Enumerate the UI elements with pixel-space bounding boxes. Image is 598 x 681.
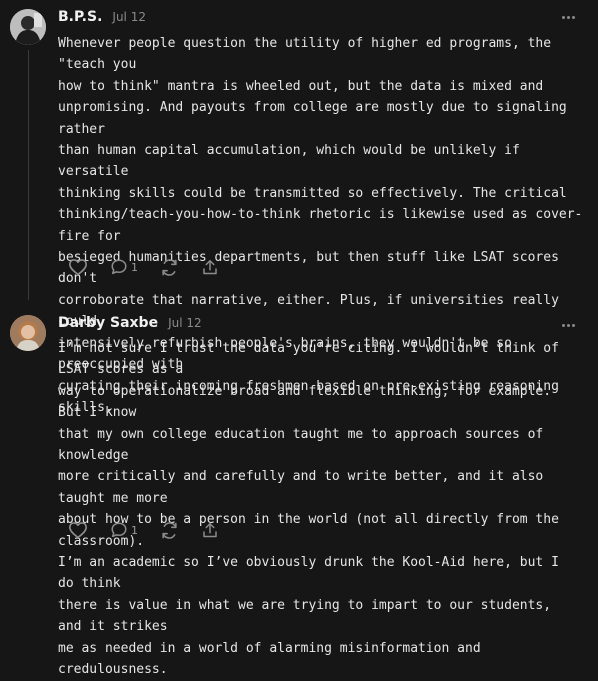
comment-line: thinking/teach-you-how-to-think rhetoric… bbox=[58, 207, 583, 244]
comment-header: B.P.S. Jul 12 bbox=[58, 9, 146, 29]
comment-line: unpromising. And payouts from college ar… bbox=[58, 100, 567, 137]
restack-button[interactable] bbox=[160, 258, 179, 277]
comment-actions: 1 bbox=[68, 257, 241, 277]
comment-actions: 1 bbox=[68, 520, 241, 540]
restack-button[interactable] bbox=[160, 521, 179, 540]
share-button[interactable] bbox=[201, 521, 219, 540]
comment-bubble-icon bbox=[111, 522, 127, 538]
comment-line: how to think" mantra is wheeled out, but… bbox=[58, 78, 544, 94]
comment-line: more critically and carefully and to wri… bbox=[58, 469, 544, 506]
avatar[interactable] bbox=[10, 9, 46, 45]
like-button[interactable] bbox=[68, 258, 88, 276]
thread-line bbox=[28, 50, 29, 300]
reply-button[interactable]: 1 bbox=[110, 521, 138, 539]
comment-header: Darby Saxbe Jul 12 bbox=[58, 315, 202, 335]
comment-line: than human capital accumulation, which w… bbox=[58, 143, 520, 180]
comment-line: I’m an academic so I’ve obviously drunk … bbox=[58, 555, 559, 592]
share-button[interactable] bbox=[201, 258, 219, 277]
more-dots-icon[interactable] bbox=[562, 324, 576, 328]
restack-icon bbox=[162, 521, 177, 539]
restack-icon bbox=[162, 258, 177, 276]
like-button[interactable] bbox=[68, 521, 88, 539]
comment-line: there is value in what we are trying to … bbox=[58, 597, 552, 635]
comment-body: I’m not sure I trust the data you’re cit… bbox=[58, 338, 578, 681]
avatar[interactable] bbox=[10, 315, 46, 351]
comment-date[interactable]: Jul 12 bbox=[168, 316, 202, 330]
comment-bubble-icon bbox=[111, 259, 127, 275]
heart-icon bbox=[69, 522, 87, 539]
reply-count: 1 bbox=[131, 260, 138, 274]
author-name[interactable]: B.P.S. bbox=[58, 9, 102, 25]
heart-icon bbox=[69, 259, 87, 276]
reply-count: 1 bbox=[131, 523, 138, 537]
comment-date[interactable]: Jul 12 bbox=[112, 10, 146, 24]
more-dots-icon[interactable] bbox=[562, 16, 576, 20]
share-icon bbox=[203, 259, 217, 274]
comment-line: way to operationalize broad and flexible… bbox=[58, 383, 552, 421]
comment-line: I’m not sure I trust the data you’re cit… bbox=[58, 341, 559, 378]
comment-line: Whenever people question the utility of … bbox=[58, 36, 552, 73]
author-name[interactable]: Darby Saxbe bbox=[58, 315, 158, 331]
comment-line: thinking skills could be transmitted so … bbox=[58, 185, 567, 201]
comment-line: that my own college education taught me … bbox=[58, 426, 544, 464]
share-icon bbox=[203, 522, 217, 537]
comment-line: me as needed in a world of alarming misi… bbox=[58, 640, 481, 678]
reply-button[interactable]: 1 bbox=[110, 258, 138, 276]
